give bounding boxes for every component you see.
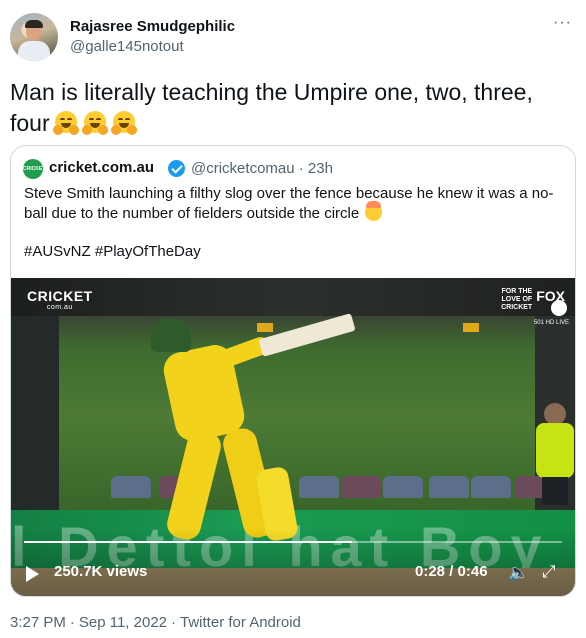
hugging-face-icon	[52, 110, 79, 136]
quoted-account-name[interactable]: cricket.com.au	[49, 159, 154, 176]
cricket-ball-icon	[551, 300, 567, 316]
meta-separator: ·	[69, 614, 75, 631]
exploding-head-icon	[365, 201, 383, 221]
video-player[interactable]: l Dettol hat Boy CRICKET com.au FOR THE …	[11, 278, 575, 596]
video-progress-fill	[24, 541, 353, 543]
boundary-marker	[463, 323, 479, 332]
tweet-time[interactable]: 3:27 PM	[10, 614, 66, 631]
fox-tagline: FOR THE LOVE OF CRICKET	[501, 288, 533, 311]
fox-channel: 501 HD LIVE	[533, 320, 569, 326]
umpire-figure	[536, 403, 574, 505]
quoted-text-content: Steve Smith launching a filthy slog over…	[24, 185, 554, 222]
avatar-hair	[25, 20, 43, 28]
stand-pillar-left	[11, 316, 59, 516]
tweet-text: Man is literally teaching the Umpire one…	[10, 77, 570, 140]
tweet-source[interactable]: Twitter for Android	[180, 614, 301, 631]
tweet-meta: 3:27 PM · Sep 11, 2022 · Twitter for Android	[10, 614, 305, 631]
avatar[interactable]	[10, 13, 58, 61]
cricket-bat	[258, 313, 356, 357]
emoji-row	[50, 109, 137, 140]
controls-gradient	[11, 528, 575, 596]
verified-badge-icon	[168, 160, 185, 177]
view-count: 250.7K views	[54, 563, 148, 580]
quoted-account-logo[interactable]: CRICKET	[23, 159, 45, 179]
tweet-date[interactable]: Sep 11, 2022	[79, 614, 167, 631]
quoted-text: Steve Smith launching a filthy slog over…	[24, 184, 564, 224]
display-name[interactable]: Rajasree Smudgephilic	[70, 18, 235, 35]
cricket-watermark-logo: CRICKET com.au	[27, 288, 93, 311]
avatar-shirt	[18, 41, 50, 61]
meta-separator: ·	[171, 614, 177, 631]
hashtags[interactable]: #AUSvNZ #PlayOfTheDay	[24, 243, 201, 260]
stand-roof	[11, 278, 575, 316]
video-progress-bar[interactable]	[24, 541, 562, 543]
volume-icon[interactable]: 🔈	[508, 563, 529, 583]
play-icon[interactable]	[26, 566, 39, 582]
more-options-icon[interactable]: ···	[553, 14, 572, 32]
cricket-watermark-text: CRICKET	[27, 288, 93, 304]
quoted-handle-time[interactable]: @cricketcomau · 23h	[191, 160, 333, 177]
hugging-face-icon	[81, 110, 108, 136]
video-time: 0:28 / 0:46	[415, 563, 488, 580]
cricket-watermark-sub: com.au	[46, 304, 73, 311]
fullscreen-icon[interactable]: ⤢	[542, 562, 556, 582]
user-handle[interactable]: @galle145notout	[70, 38, 184, 55]
hugging-face-icon	[110, 110, 137, 136]
quoted-tweet[interactable]: CRICKET cricket.com.au @cricketcomau · 2…	[10, 145, 576, 597]
helmet	[151, 318, 191, 352]
